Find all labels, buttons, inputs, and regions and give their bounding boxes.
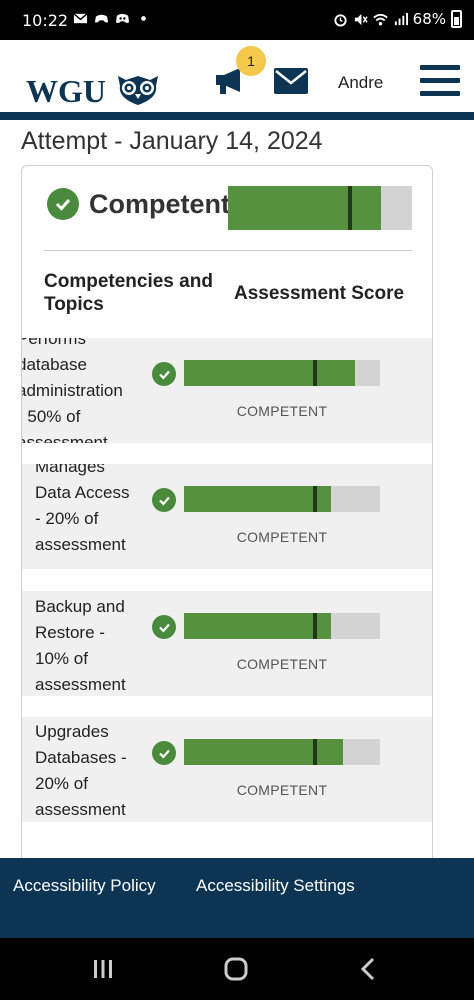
recent-apps-icon[interactable]: [88, 956, 118, 982]
footer: Accessibility Policy Accessibility Setti…: [0, 858, 474, 938]
back-icon[interactable]: [354, 956, 384, 982]
battery-icon: [451, 10, 462, 28]
check-circle-icon: [47, 188, 79, 220]
competency-topic: Upgrades Databases - 20% of assessment: [35, 722, 127, 819]
competency-score-bar: [184, 739, 380, 765]
competency-status: COMPETENT: [236, 529, 328, 545]
competency-score-fill: [184, 486, 331, 512]
overall-cut-marker: [347, 186, 352, 230]
system-nav-bar: [0, 938, 474, 1000]
app-header: WGU 1 Andre: [0, 40, 474, 120]
home-icon[interactable]: [221, 956, 251, 982]
competency-row: Manages Data Access - 20% of assessment …: [22, 464, 432, 569]
competency-score-bar: [184, 360, 380, 386]
hamburger-menu-icon[interactable]: [420, 65, 462, 99]
overall-result: [47, 188, 79, 220]
wifi-icon: [372, 13, 388, 25]
check-circle-icon: [152, 362, 176, 386]
user-name[interactable]: Andre: [338, 73, 383, 93]
competency-score-fill: [184, 739, 343, 765]
divider: [44, 250, 412, 251]
owl-logo-icon: [118, 76, 158, 105]
competency-status: COMPETENT: [236, 782, 328, 798]
competency-row: Backup and Restore - 10% of assessment C…: [22, 591, 432, 696]
competency-topic: Backup and Restore - 10% of assessment: [35, 597, 126, 694]
overall-score-bar: [228, 186, 412, 230]
column-header-topics: Competencies and Topics: [44, 271, 213, 315]
mail-icon[interactable]: [274, 68, 308, 94]
signal-icon: [394, 12, 408, 25]
status-time: 10:22: [22, 11, 69, 30]
notification-badge: 1: [236, 46, 266, 76]
check-circle-icon: [152, 615, 176, 639]
competency-status: COMPETENT: [236, 403, 328, 419]
mail-icon: [73, 13, 88, 24]
competency-score-fill: [184, 360, 355, 386]
battery-percent: 68%: [412, 10, 446, 28]
overall-score-fill: [228, 186, 381, 230]
competency-cut-marker: [313, 739, 318, 765]
overall-label: Competent: [89, 189, 230, 219]
competency-score-bar: [184, 613, 380, 639]
competency-row: Performs database administration - 50% o…: [22, 338, 432, 443]
discord-icon: [115, 13, 130, 23]
competency-cut-marker: [313, 360, 318, 386]
alarm-icon: [334, 13, 347, 27]
competency-status: COMPETENT: [236, 656, 328, 672]
dot-icon: [141, 16, 146, 21]
competency-score-bar: [184, 486, 380, 512]
score-card: Competent Competencies and Topics Assess…: [21, 165, 433, 945]
status-bar: 10:22 68%: [0, 0, 474, 40]
column-header-score: Assessment Score: [234, 283, 405, 304]
competency-cut-marker: [313, 486, 318, 512]
competency-score-fill: [184, 613, 331, 639]
competency-row: Upgrades Databases - 20% of assessment C…: [22, 717, 432, 822]
header-divider: [0, 112, 474, 120]
attempt-title: Attempt - January 14, 2024: [21, 127, 323, 155]
competency-cut-marker: [313, 613, 318, 639]
accessibility-settings-link[interactable]: Accessibility Settings: [196, 876, 355, 896]
mute-icon: [354, 13, 368, 25]
gamepad-icon: [94, 14, 109, 23]
competency-topic: Manages Data Access - 20% of assessment: [35, 464, 130, 554]
wgu-logo[interactable]: WGU: [26, 73, 106, 110]
check-circle-icon: [152, 488, 176, 512]
accessibility-policy-link[interactable]: Accessibility Policy: [13, 876, 156, 896]
check-circle-icon: [152, 741, 176, 765]
competency-topic: Performs database administration - 50% o…: [22, 338, 123, 443]
